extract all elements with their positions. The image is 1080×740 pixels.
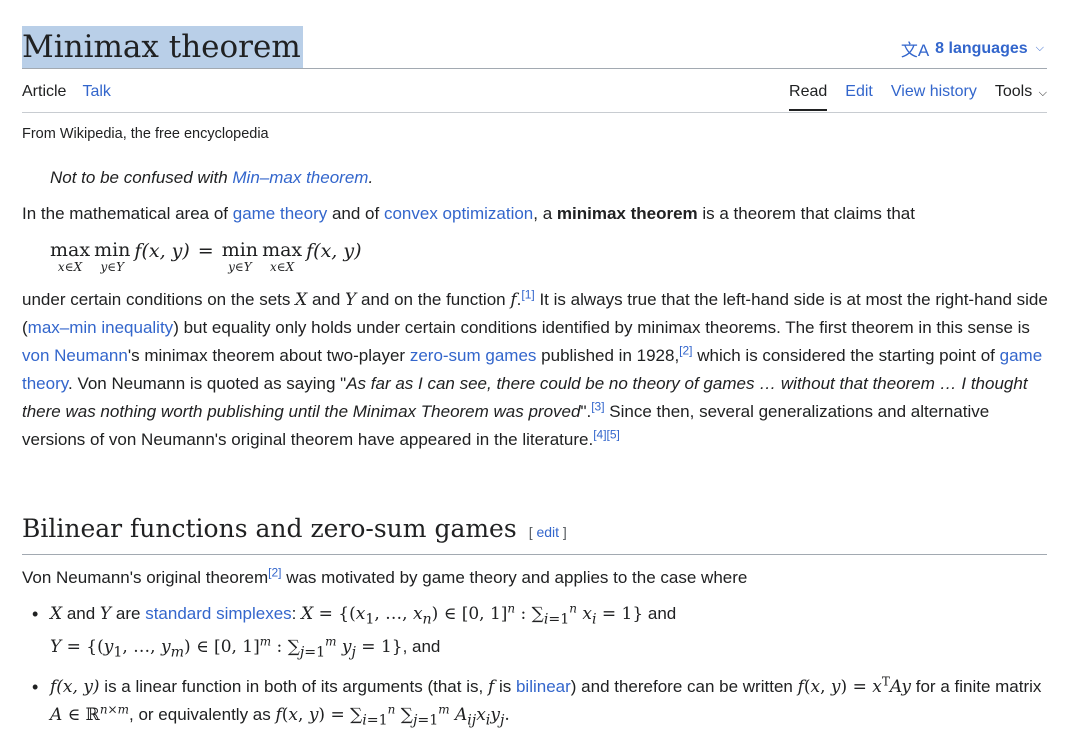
ref-3[interactable]: [3] (591, 399, 604, 413)
matrix-formula: A ∈ ℝn×m (50, 702, 129, 725)
title-divider (22, 68, 1047, 69)
formula-equals: = (197, 240, 214, 262)
formula-max-2: max x∈X (262, 239, 303, 274)
formula-f-2: f(x, y) (306, 240, 362, 262)
list-item: f(x, y) is a linear function in both of … (22, 673, 1052, 734)
hatnote: Not to be confused with Min–max theorem. (50, 168, 373, 188)
intro-paragraph-2: under certain conditions on the sets X a… (22, 287, 1048, 449)
view-tabs: Read Edit View history Tools ⌵ (789, 83, 1047, 111)
text: and (307, 290, 346, 309)
link-von-neumann[interactable]: von Neumann (22, 346, 128, 365)
ref-2b[interactable]: [2] (268, 565, 281, 579)
formula-f: f(x, y) (134, 240, 190, 262)
section-divider (22, 554, 1047, 555)
tab-view-history[interactable]: View history (891, 83, 977, 111)
minimax-formula: max x∈X min y∈Y f(x, y) = min y∈Y max x∈X f(… (50, 240, 362, 274)
text: , and (402, 637, 441, 657)
set-y: Y (345, 290, 357, 310)
language-icon: 文A (900, 41, 930, 60)
text: . Von Neumann is quoted as saying " (68, 374, 347, 393)
languages-label: 8 languages (935, 39, 1028, 57)
text: and of (327, 204, 384, 223)
text: and on the function (356, 290, 511, 309)
text: , a (533, 204, 557, 223)
tab-talk[interactable]: Talk (82, 83, 110, 109)
hatnote-end: . (368, 168, 374, 187)
section-edit: [ edit ] (528, 524, 567, 540)
text: for a finite matrix (911, 676, 1042, 696)
link-zero-sum-games[interactable]: zero-sum games (410, 346, 537, 365)
text: is (494, 676, 516, 696)
formula-max: max x∈X (50, 239, 91, 274)
section-lead: Von Neumann's original theorem[2] was mo… (22, 564, 1050, 592)
ref-4-5[interactable]: [4][5] (593, 427, 620, 441)
article-page: Minimax theorem 文A 8 languages ⌵ Article… (0, 0, 1080, 728)
text: which is considered the starting point o… (692, 346, 1000, 365)
text: under certain conditions on the sets (22, 290, 296, 309)
text: are (111, 604, 146, 623)
conditions-list: X and Y are standard simplexes: X = {(x1… (22, 600, 1052, 740)
set-x: X (50, 604, 63, 624)
formula-min-2: min y∈Y (221, 239, 259, 274)
chevron-down-icon: ⌵ (1038, 87, 1047, 99)
ref-2[interactable]: [2] (679, 343, 692, 357)
bold-term: minimax theorem (556, 204, 698, 223)
text: and (62, 604, 100, 623)
link-game-theory[interactable]: game theory (233, 204, 328, 223)
tab-read[interactable]: Read (789, 83, 828, 111)
site-tagline: From Wikipedia, the free encyclopedia (22, 126, 269, 142)
namespace-tabs: Article Talk (22, 83, 111, 109)
hatnote-link[interactable]: Min–max theorem (232, 168, 368, 187)
list-item: X and Y are standard simplexes: X = {(x1… (22, 600, 1052, 667)
tab-edit[interactable]: Edit (845, 83, 873, 111)
section-title: Bilinear functions and zero-sum games (22, 514, 517, 543)
text: published in 1928, (536, 346, 680, 365)
text: and (643, 604, 677, 623)
tools-label: Tools (994, 83, 1033, 100)
ref-1[interactable]: [1] (521, 287, 534, 301)
intro-paragraph-1: In the mathematical area of game theory … (22, 200, 1050, 228)
link-bilinear[interactable]: bilinear (516, 677, 571, 696)
text: ) but equality only holds under certain … (173, 318, 1030, 337)
text: 's minimax theorem about two-player (127, 346, 410, 365)
set-x: X (295, 290, 308, 310)
text: is a linear function in both of its argu… (99, 676, 488, 696)
tabs-divider (22, 112, 1047, 113)
chevron-down-icon: ⌵ (1035, 42, 1044, 54)
sum-formula: f(x, y) = ∑i=1n ∑j=1m Aijxiyj. (275, 702, 510, 729)
text: In the mathematical area of (22, 204, 233, 223)
text: ". (580, 402, 592, 421)
hatnote-text: Not to be confused with (50, 168, 233, 187)
text: was motivated by game theory and applies… (281, 568, 748, 587)
formula-min: min y∈Y (94, 239, 131, 274)
function-f-xy: f(x, y) (50, 676, 100, 697)
text: : (291, 604, 302, 623)
tab-article[interactable]: Article (22, 83, 66, 109)
tools-menu[interactable]: Tools ⌵ (995, 83, 1047, 111)
section-heading: Bilinear functions and zero-sum games [ … (22, 514, 567, 543)
text: ) and therefore can be written (570, 676, 798, 696)
link-convex-optimization[interactable]: convex optimization (384, 204, 533, 223)
languages-button[interactable]: 文A 8 languages ⌵ (901, 36, 1044, 61)
set-y: Y (99, 604, 112, 624)
page-title: Minimax theorem (22, 26, 303, 68)
section-edit-link[interactable]: edit (536, 524, 559, 540)
link-standard-simplexes[interactable]: standard simplexes (145, 604, 291, 623)
text: is a theorem that claims that (697, 204, 915, 223)
text: Von Neumann's original theorem (22, 568, 269, 587)
function-f: f (510, 290, 517, 310)
simplex-y-formula: Y = {(y1, …, ym) ∈ [0, 1]m : ∑j=1m yj = … (50, 634, 403, 661)
text: , or equivalently as (129, 704, 276, 724)
simplex-x-formula: X = {(x1, …, xn) ∈ [0, 1]n : ∑i=1n xi = … (301, 601, 644, 628)
bilinear-formula: f(x, y) = xTAy (797, 674, 912, 697)
link-max-min-inequality[interactable]: max–min inequality (28, 318, 174, 337)
